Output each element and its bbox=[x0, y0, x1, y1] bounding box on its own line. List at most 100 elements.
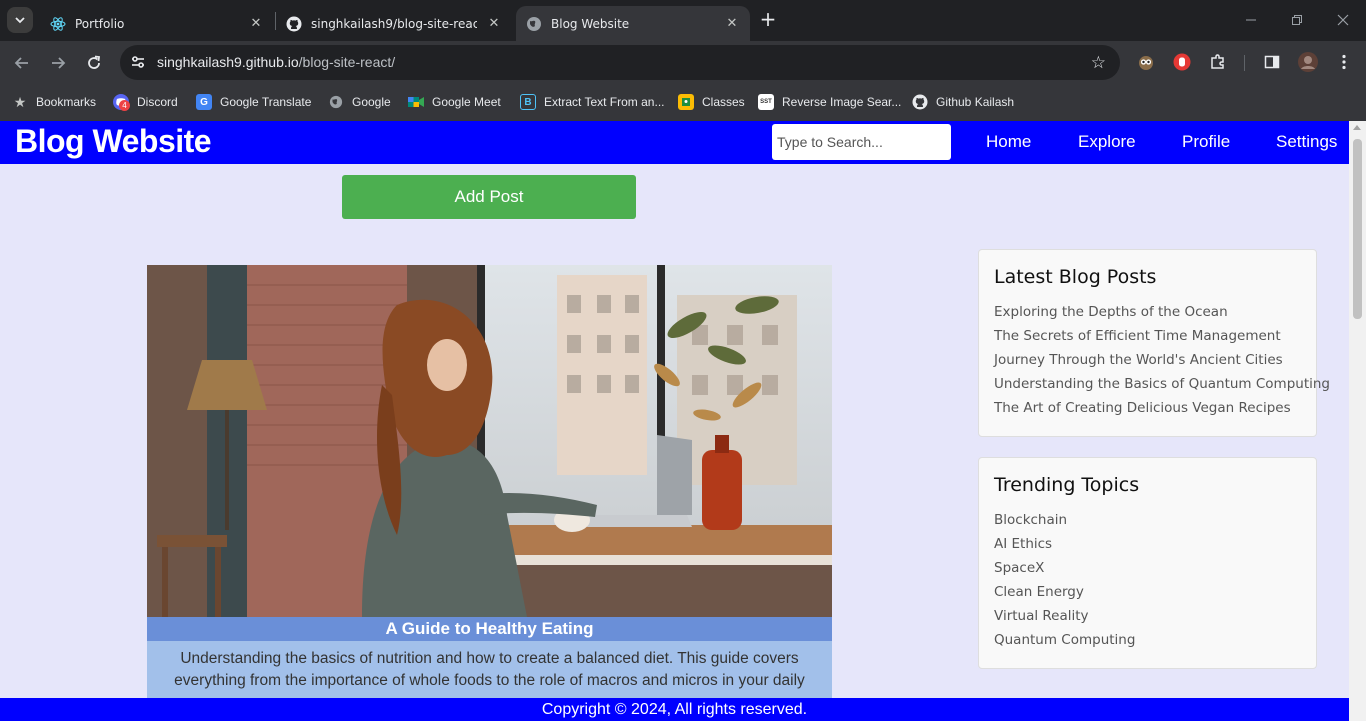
chevron-down-icon bbox=[15, 17, 25, 24]
latest-posts-list: Exploring the Depths of the Ocean The Se… bbox=[994, 300, 1330, 420]
sst-icon: SST bbox=[758, 94, 774, 110]
close-icon[interactable]: ✕ bbox=[486, 15, 502, 31]
latest-post-link[interactable]: Journey Through the World's Ancient Citi… bbox=[994, 348, 1330, 372]
bookmark-github-kailash[interactable]: Github Kailash bbox=[912, 92, 1014, 112]
close-icon bbox=[1337, 14, 1349, 26]
tab-portfolio[interactable]: Portfolio ✕ bbox=[40, 6, 274, 41]
scroll-up-arrow-icon[interactable] bbox=[1353, 125, 1361, 130]
latest-post-link[interactable]: The Art of Creating Delicious Vegan Reci… bbox=[994, 396, 1330, 420]
bookmark-label: Reverse Image Sear... bbox=[782, 95, 902, 109]
post-card[interactable]: A Guide to Healthy Eating Understanding … bbox=[147, 265, 832, 721]
nav-explore[interactable]: Explore bbox=[1078, 132, 1136, 152]
extension-owl-icon[interactable] bbox=[1136, 52, 1156, 72]
bookmark-bookmarks[interactable]: ★ Bookmarks bbox=[12, 92, 96, 112]
bookmark-google-translate[interactable]: G Google Translate bbox=[196, 92, 311, 112]
tab-github[interactable]: singhkailash9/blog-site-react: A ✕ bbox=[276, 6, 512, 41]
browser-toolbar: singhkailash9.github.io/blog-site-react/… bbox=[0, 41, 1366, 84]
bookmark-label: Discord bbox=[137, 95, 178, 109]
toolbar-separator bbox=[1244, 55, 1245, 71]
scrollbar-thumb[interactable] bbox=[1353, 139, 1362, 319]
github-icon bbox=[912, 94, 928, 110]
globe-icon bbox=[328, 94, 344, 110]
site-header: Blog Website Home Explore Profile Settin… bbox=[0, 121, 1349, 164]
nav-home[interactable]: Home bbox=[986, 132, 1031, 152]
extension-hand-icon[interactable] bbox=[1172, 52, 1192, 72]
url-text: singhkailash9.github.io/blog-site-react/ bbox=[157, 54, 395, 70]
post-image bbox=[147, 265, 832, 617]
bookmark-reverse-image-search[interactable]: SST Reverse Image Sear... bbox=[758, 92, 901, 112]
nav-profile[interactable]: Profile bbox=[1182, 132, 1230, 152]
latest-posts-widget: Latest Blog Posts Exploring the Depths o… bbox=[978, 249, 1330, 437]
minimize-icon bbox=[1246, 19, 1256, 21]
meet-icon bbox=[408, 94, 424, 110]
bookmark-google[interactable]: Google bbox=[328, 92, 391, 112]
tab-blog-website[interactable]: Blog Website ✕ bbox=[516, 6, 750, 41]
trending-topic-link[interactable]: Virtual Reality bbox=[994, 604, 1135, 628]
tab-title: Blog Website bbox=[551, 16, 630, 31]
bookmark-star-icon[interactable]: ☆ bbox=[1091, 53, 1106, 73]
bookmark-classes[interactable]: Classes bbox=[678, 92, 745, 112]
arrow-right-icon bbox=[52, 57, 66, 69]
profile-avatar-icon[interactable] bbox=[1298, 52, 1318, 72]
globe-icon bbox=[526, 16, 542, 32]
site-info-icon[interactable] bbox=[130, 54, 146, 70]
reload-icon bbox=[88, 55, 101, 69]
latest-post-link[interactable]: The Secrets of Efficient Time Management bbox=[994, 324, 1330, 348]
tab-title: singhkailash9/blog-site-react: A bbox=[311, 16, 477, 31]
latest-post-link[interactable]: Understanding the Basics of Quantum Comp… bbox=[994, 372, 1330, 396]
star-icon: ★ bbox=[13, 93, 27, 110]
close-icon[interactable]: ✕ bbox=[248, 15, 264, 31]
trending-topic-link[interactable]: Blockchain bbox=[994, 508, 1135, 532]
bookmark-label: Google Meet bbox=[432, 95, 501, 109]
restore-icon bbox=[1292, 15, 1302, 25]
notification-badge: 4 bbox=[119, 100, 130, 111]
menu-dots-icon[interactable] bbox=[1334, 52, 1354, 72]
tab-title: Portfolio bbox=[75, 16, 125, 31]
tab-search-button[interactable] bbox=[7, 7, 33, 33]
bookmark-label: Github Kailash bbox=[936, 95, 1015, 109]
search-input[interactable] bbox=[772, 124, 951, 160]
latest-post-link[interactable]: Exploring the Depths of the Ocean bbox=[994, 300, 1330, 324]
arrow-left-icon bbox=[14, 57, 28, 69]
browser-tabstrip: Portfolio ✕ singhkailash9/blog-site-reac… bbox=[0, 0, 1366, 41]
bookmark-label: Classes bbox=[702, 95, 745, 109]
side-panel-icon[interactable] bbox=[1262, 52, 1282, 72]
url-path: /blog-site-react/ bbox=[298, 54, 396, 70]
trending-topic-link[interactable]: AI Ethics bbox=[994, 532, 1135, 556]
address-bar[interactable]: singhkailash9.github.io/blog-site-react/… bbox=[120, 45, 1120, 80]
site-title[interactable]: Blog Website bbox=[15, 123, 212, 160]
trending-topic-link[interactable]: SpaceX bbox=[994, 556, 1135, 580]
bookmark-label: Google bbox=[352, 95, 391, 109]
trending-topic-link[interactable]: Quantum Computing bbox=[994, 628, 1135, 652]
url-host: singhkailash9.github.io bbox=[157, 54, 299, 70]
bookmark-label: Google Translate bbox=[220, 95, 312, 109]
bookmark-discord[interactable]: 4 Discord bbox=[113, 92, 178, 112]
page-scrollbar[interactable] bbox=[1349, 121, 1366, 721]
reload-button[interactable] bbox=[82, 51, 106, 75]
trending-topics-list: Blockchain AI Ethics SpaceX Clean Energy… bbox=[994, 508, 1135, 652]
post-title[interactable]: A Guide to Healthy Eating bbox=[147, 617, 832, 641]
close-window-button[interactable] bbox=[1320, 0, 1366, 40]
forward-button[interactable] bbox=[46, 51, 70, 75]
back-button[interactable] bbox=[10, 51, 34, 75]
translate-icon: G bbox=[196, 94, 212, 110]
minimize-button[interactable] bbox=[1228, 0, 1274, 40]
extract-text-icon: B bbox=[520, 94, 536, 110]
bookmark-extract-text[interactable]: B Extract Text From an... bbox=[520, 92, 664, 112]
bookmark-label: Bookmarks bbox=[36, 95, 97, 109]
bookmark-google-meet[interactable]: Google Meet bbox=[408, 92, 501, 112]
site-footer: Copyright © 2024, All rights reserved. bbox=[0, 698, 1349, 721]
trending-topic-link[interactable]: Clean Energy bbox=[994, 580, 1135, 604]
add-post-button[interactable]: Add Post bbox=[342, 175, 636, 219]
discord-icon: 4 bbox=[113, 94, 130, 111]
trending-topics-widget: Trending Topics Blockchain AI Ethics Spa… bbox=[978, 457, 1317, 669]
page-viewport: Blog Website Home Explore Profile Settin… bbox=[0, 121, 1366, 721]
close-icon[interactable]: ✕ bbox=[724, 15, 740, 31]
extensions-puzzle-icon[interactable] bbox=[1208, 52, 1228, 72]
react-icon bbox=[50, 16, 66, 32]
github-icon bbox=[286, 16, 302, 32]
restore-button[interactable] bbox=[1274, 0, 1320, 40]
bookmarks-bar: ★ Bookmarks 4 Discord G Google Translate… bbox=[0, 84, 1366, 121]
nav-settings[interactable]: Settings bbox=[1276, 132, 1337, 152]
new-tab-button[interactable]: + bbox=[758, 9, 778, 30]
